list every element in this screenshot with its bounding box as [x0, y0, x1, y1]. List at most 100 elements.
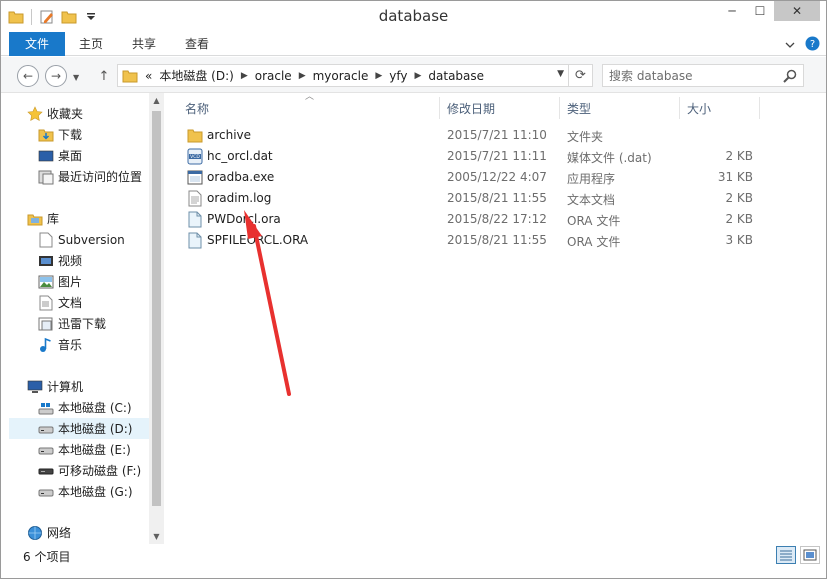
chevron-right-icon[interactable]: ▶	[414, 71, 421, 81]
column-divider[interactable]	[759, 97, 760, 119]
nav-subversion-label: Subversion	[58, 232, 125, 247]
nav-xunlei-downloads-label: 迅雷下载	[58, 317, 107, 331]
nav-downloads[interactable]: 下载	[38, 124, 82, 145]
nav-recent-places[interactable]: 最近访问的位置	[38, 166, 142, 187]
minimize-icon[interactable]: ─	[718, 1, 746, 21]
file-row-spfileorcl[interactable]: SPFILEORCL.ORA 2015/8/21 11:55 ORA 文件 3 …	[181, 230, 781, 251]
large-icons-view-icon[interactable]	[800, 546, 820, 564]
video-icon	[38, 253, 54, 269]
column-divider[interactable]	[439, 97, 440, 119]
nav-favorites[interactable]: 收藏夹	[27, 103, 83, 124]
nav-videos[interactable]: 视频	[38, 250, 82, 271]
nav-computer[interactable]: 计算机	[27, 376, 83, 397]
column-header-name[interactable]: 名称	[185, 97, 209, 121]
nav-music-label: 音乐	[58, 338, 83, 352]
column-divider[interactable]	[559, 97, 560, 119]
nav-drive-e[interactable]: 本地磁盘 (E:)	[38, 439, 131, 460]
nav-drive-d[interactable]: 本地磁盘 (D:)	[9, 418, 149, 439]
documents-icon	[38, 295, 54, 311]
nav-drive-d-label: 本地磁盘 (D:)	[58, 422, 133, 436]
file-row-oradba[interactable]: oradba.exe 2005/12/22 4:07 应用程序 31 KB	[181, 167, 781, 188]
details-view-icon[interactable]	[776, 546, 796, 564]
file-name: PWDorcl.ora	[207, 212, 281, 226]
vcd-file-icon: VCD	[187, 148, 203, 165]
file-name: oradim.log	[207, 191, 272, 205]
nav-subversion[interactable]: Subversion	[38, 229, 125, 250]
close-icon[interactable]: ✕	[774, 1, 820, 21]
breadcrumb-item[interactable]: yfy	[389, 69, 407, 83]
file-row-archive[interactable]: archive 2015/7/21 11:10 文件夹	[181, 125, 781, 146]
nav-desktop[interactable]: 桌面	[38, 145, 82, 166]
scroll-down-icon[interactable]: ▼	[149, 529, 164, 544]
column-divider[interactable]	[679, 97, 680, 119]
back-icon[interactable]: ←	[17, 65, 39, 87]
maximize-icon[interactable]: ☐	[746, 1, 774, 21]
chevron-right-icon[interactable]: ▶	[241, 71, 248, 81]
forward-icon[interactable]: →	[45, 65, 67, 87]
file-date: 2015/8/22 17:12	[447, 212, 547, 226]
chevron-right-icon[interactable]: ▶	[299, 71, 306, 81]
scroll-up-icon[interactable]: ▲	[149, 93, 164, 108]
nav-drive-g-label: 本地磁盘 (G:)	[58, 485, 133, 499]
scrollbar-thumb[interactable]	[152, 111, 161, 506]
nav-library[interactable]: 库	[27, 208, 59, 229]
column-header-date[interactable]: 修改日期	[447, 97, 495, 121]
drive-icon	[38, 421, 54, 437]
file-date: 2015/7/21 11:11	[447, 149, 547, 163]
file-date: 2015/7/21 11:10	[447, 128, 547, 142]
tab-share[interactable]: 共享	[120, 32, 168, 56]
nav-drive-g[interactable]: 本地磁盘 (G:)	[38, 481, 133, 502]
column-header-size[interactable]: 大小	[687, 97, 711, 121]
nav-drive-f[interactable]: 可移动磁盘 (F:)	[38, 460, 141, 481]
expand-ribbon-icon[interactable]	[785, 38, 795, 52]
network-icon	[27, 525, 43, 541]
removable-drive-icon	[38, 463, 54, 479]
item-count: 6 个项目	[23, 550, 71, 564]
file-date: 2005/12/22 4:07	[447, 170, 547, 184]
help-icon[interactable]: ?	[805, 36, 820, 54]
nav-network[interactable]: 网络	[27, 522, 71, 543]
breadcrumb-item[interactable]: database	[428, 69, 484, 83]
tab-file[interactable]: 文件	[9, 32, 65, 56]
ora-file-icon	[188, 211, 202, 228]
column-header-type[interactable]: 类型	[567, 97, 591, 121]
nav-favorites-label: 收藏夹	[47, 107, 84, 121]
tab-home[interactable]: 主页	[67, 32, 115, 56]
refresh-icon[interactable]: ⟳	[568, 65, 592, 86]
file-row-pwdorcl[interactable]: PWDorcl.ora 2015/8/22 17:12 ORA 文件 2 KB	[181, 209, 781, 230]
chevron-down-icon[interactable]: ▼	[557, 69, 564, 79]
chevron-right-icon[interactable]: ▶	[375, 71, 382, 81]
nav-pictures[interactable]: 图片	[38, 271, 82, 292]
nav-documents[interactable]: 文档	[38, 292, 82, 313]
breadcrumb-item[interactable]: myoracle	[313, 69, 369, 83]
tab-view[interactable]: 查看	[173, 32, 221, 56]
search-input[interactable]	[609, 67, 779, 84]
file-type: 应用程序	[567, 172, 616, 186]
address-bar[interactable]: « 本地磁盘 (D:) ▶ oracle ▶ myoracle ▶ yfy ▶ …	[117, 64, 593, 87]
search-box[interactable]	[602, 64, 804, 87]
nav-xunlei-downloads[interactable]: 迅雷下载	[38, 313, 106, 334]
nav-drive-c-label: 本地磁盘 (C:)	[58, 401, 132, 415]
sort-ascending-icon: ︿	[305, 92, 315, 102]
nav-recent-places-label: 最近访问的位置	[58, 170, 143, 184]
nav-pane-scrollbar[interactable]: ▲ ▼	[149, 93, 164, 544]
view-switcher	[776, 546, 820, 564]
nav-drive-c[interactable]: 本地磁盘 (C:)	[38, 397, 132, 418]
up-icon[interactable]: ↑	[97, 65, 111, 87]
file-row-oradim[interactable]: oradim.log 2015/8/21 11:55 文本文档 2 KB	[181, 188, 781, 209]
breadcrumb-overflow[interactable]: «	[145, 69, 152, 83]
search-icon[interactable]	[782, 68, 798, 84]
nav-music[interactable]: 音乐	[38, 334, 82, 355]
svg-text:?: ?	[810, 39, 815, 50]
file-size: 2 KB	[725, 149, 753, 163]
breadcrumb-item[interactable]: oracle	[255, 69, 292, 83]
library-icon	[27, 211, 43, 227]
breadcrumb-item[interactable]: 本地磁盘 (D:)	[159, 67, 233, 84]
xunlei-folder-icon	[38, 316, 54, 332]
status-bar: 6 个项目	[1, 544, 826, 578]
file-row-hc-orcl[interactable]: VCD hc_orcl.dat 2015/7/21 11:11 媒体文件 (.d…	[181, 146, 781, 167]
downloads-folder-icon	[38, 127, 54, 143]
recent-locations-icon[interactable]: ▼	[73, 73, 79, 82]
nav-videos-label: 视频	[58, 254, 83, 268]
navigation-bar: ← → ▼ ↑ « 本地磁盘 (D:) ▶ oracle ▶ myoracle …	[1, 57, 826, 93]
